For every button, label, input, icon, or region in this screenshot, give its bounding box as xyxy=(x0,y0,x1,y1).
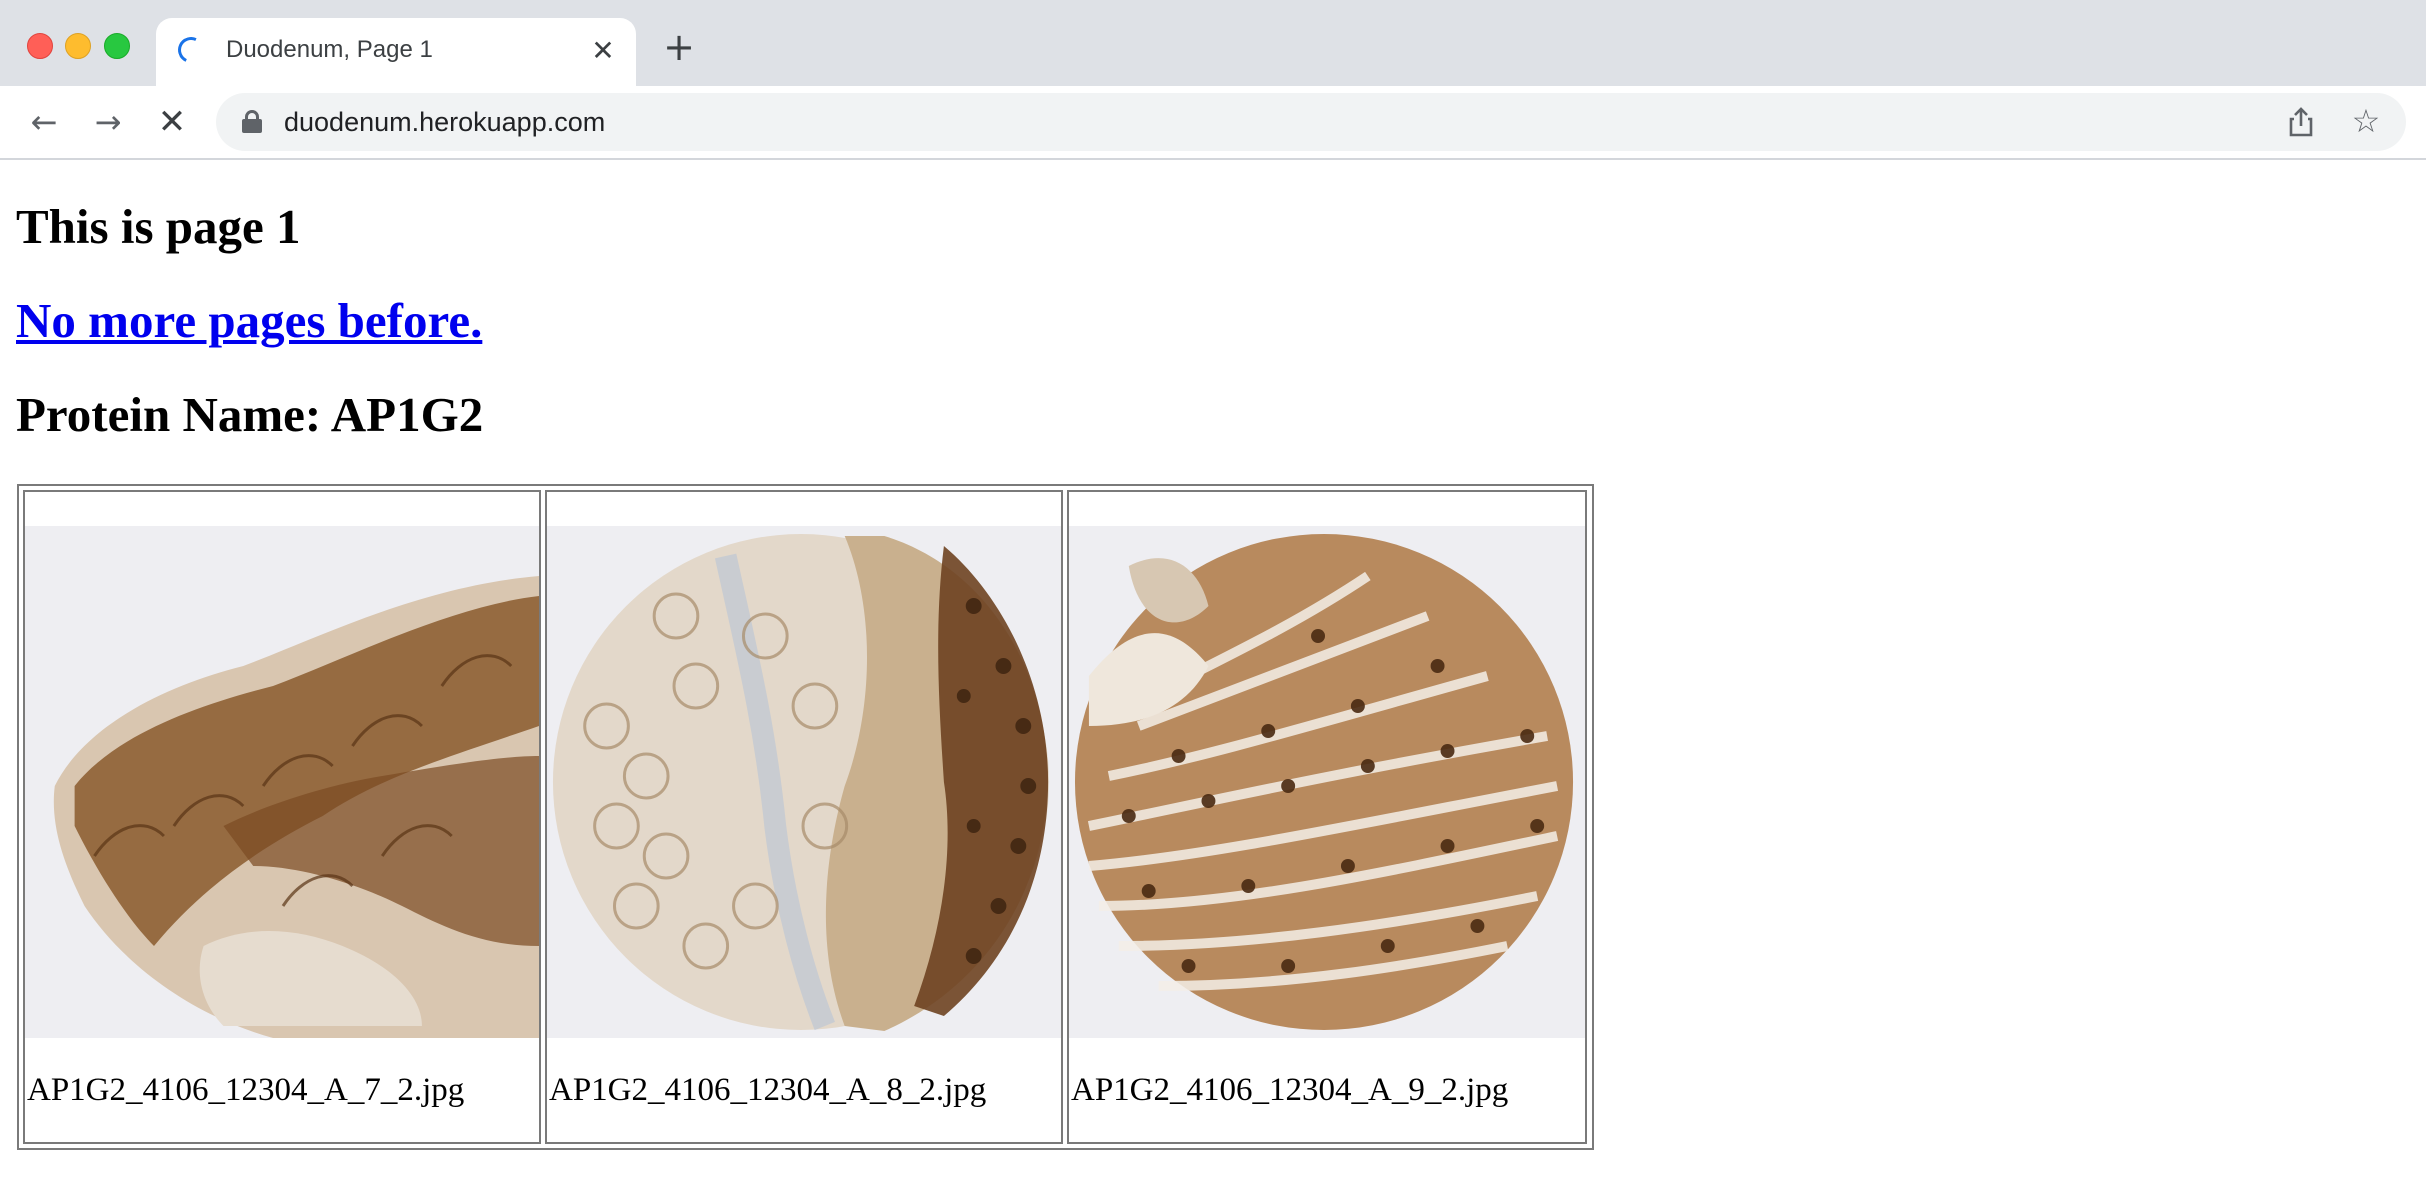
browser-tab-active[interactable]: Duodenum, Page 1 ✕ xyxy=(156,18,636,86)
close-icon[interactable]: ✕ xyxy=(588,36,618,66)
tissue-core-1-graphic xyxy=(25,526,539,1038)
maximize-window-button[interactable] xyxy=(104,33,130,59)
url-text[interactable]: duodenum.herokuapp.com xyxy=(284,107,605,138)
browser-tab-bar: Duodenum, Page 1 ✕ + xyxy=(0,0,2426,86)
image-cell: AP1G2_4106_12304_A_8_2.jpg xyxy=(545,490,1063,1144)
browser-toolbar: ← → ✕ duodenum.herokuapp.com ☆ xyxy=(0,86,2426,160)
back-arrow-icon[interactable]: ← xyxy=(22,100,66,144)
protein-name-heading: Protein Name: AP1G2 xyxy=(16,387,484,442)
previous-page-link[interactable]: No more pages before. xyxy=(16,292,482,349)
tissue-image[interactable] xyxy=(25,526,539,1038)
minimize-window-button[interactable] xyxy=(65,33,91,59)
image-cell: AP1G2_4106_12304_A_9_2.jpg xyxy=(1067,490,1587,1144)
plus-icon[interactable]: + xyxy=(662,28,696,66)
forward-arrow-icon[interactable]: → xyxy=(86,100,130,144)
image-caption: AP1G2_4106_12304_A_8_2.jpg xyxy=(549,1072,987,1108)
image-caption: AP1G2_4106_12304_A_9_2.jpg xyxy=(1071,1072,1509,1108)
star-icon[interactable]: ☆ xyxy=(2348,103,2384,139)
tab-title: Duodenum, Page 1 xyxy=(226,36,433,63)
lock-icon[interactable] xyxy=(242,110,262,133)
tissue-core-3-graphic xyxy=(1069,526,1585,1038)
image-caption: AP1G2_4106_12304_A_7_2.jpg xyxy=(27,1072,465,1108)
share-icon[interactable] xyxy=(2284,105,2318,139)
loading-spinner-icon xyxy=(174,33,208,67)
image-table: AP1G2_4106_12304_A_7_2.jpg AP1G2_4106_12… xyxy=(17,484,1594,1150)
tissue-image[interactable] xyxy=(1069,526,1585,1038)
image-cell: AP1G2_4106_12304_A_7_2.jpg xyxy=(23,490,541,1144)
page-title: This is page 1 xyxy=(16,199,301,254)
stop-loading-icon[interactable]: ✕ xyxy=(150,100,194,144)
close-window-button[interactable] xyxy=(27,33,53,59)
tissue-core-2-graphic xyxy=(547,526,1061,1038)
address-bar[interactable]: duodenum.herokuapp.com ☆ xyxy=(216,93,2406,151)
tissue-image[interactable] xyxy=(547,526,1061,1038)
